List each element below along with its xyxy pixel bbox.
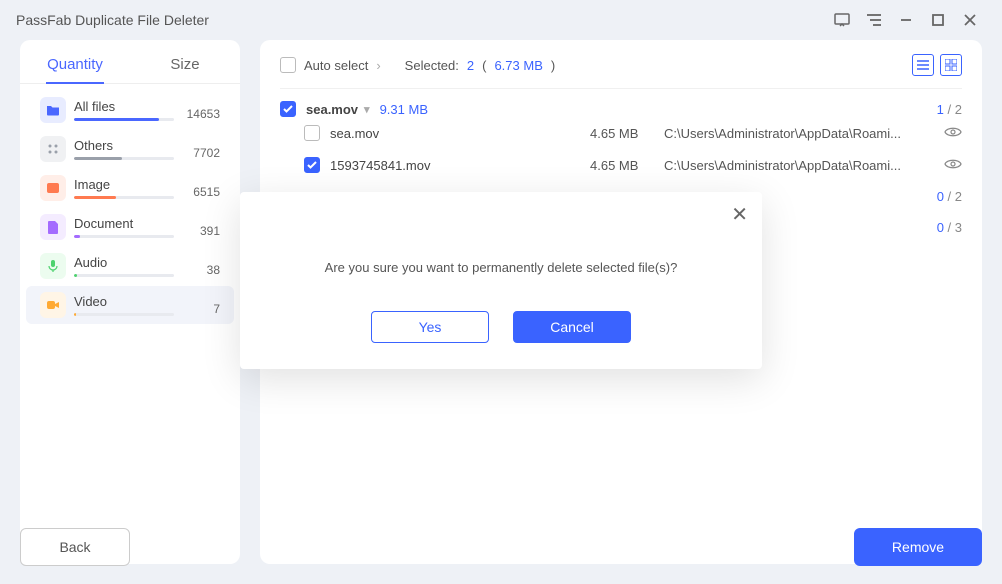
cancel-button[interactable]: Cancel — [513, 311, 631, 343]
confirm-dialog: ✕ Are you sure you want to permanently d… — [240, 192, 762, 369]
dialog-close-icon[interactable]: ✕ — [731, 202, 748, 227]
dialog-message: Are you sure you want to permanently del… — [258, 206, 744, 311]
yes-button[interactable]: Yes — [371, 311, 489, 343]
modal-overlay: ✕ Are you sure you want to permanently d… — [0, 0, 1002, 584]
